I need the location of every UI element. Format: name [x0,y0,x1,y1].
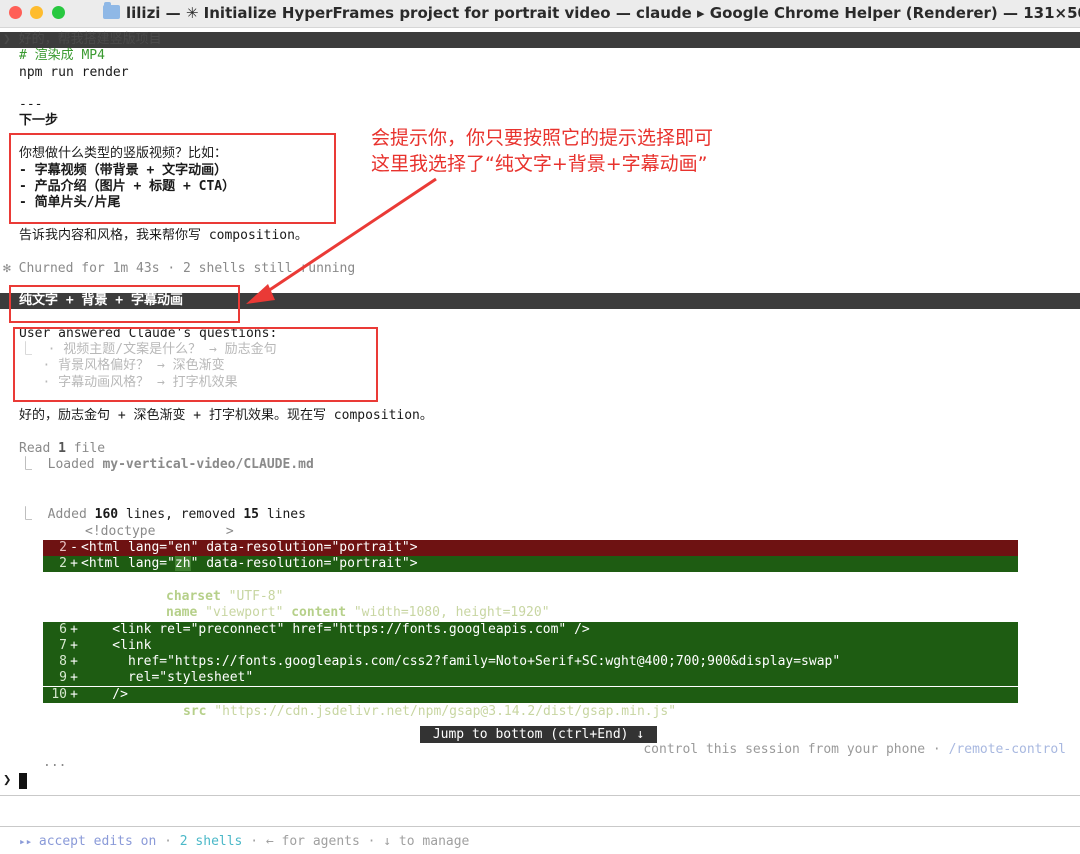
annotation-arrow-icon [246,177,437,304]
